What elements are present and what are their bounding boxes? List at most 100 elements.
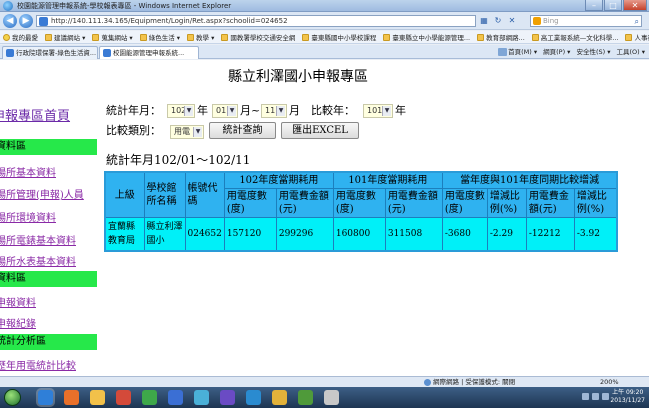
- ie-taskbar-icon[interactable]: [38, 390, 53, 405]
- header-fee-102: 用電費金額(元): [275, 188, 334, 218]
- chrome-taskbar-icon[interactable]: [168, 390, 183, 405]
- tray-icon[interactable]: [592, 393, 599, 400]
- page-viewport: 縣立利澤國小申報專區 申報專區首頁 資料區 場所基本資料 場所管理(申報)人員 …: [0, 60, 649, 376]
- page-menu[interactable]: 網頁(P) ▾: [543, 46, 570, 58]
- page-icon: [531, 33, 539, 41]
- app-taskbar-icon[interactable]: [298, 390, 313, 405]
- dropdown-arrow-icon: ▼: [227, 106, 236, 116]
- compare-year-unit: 年: [395, 104, 406, 117]
- url-text: http://140.111.34.165/Equipment/Login/Re…: [51, 17, 288, 25]
- sidebar-link-yearly-compare[interactable]: 歷年用電統計比較: [0, 357, 76, 372]
- tab-green-life[interactable]: 行政院環保署-綠色生活資...: [2, 46, 98, 59]
- minimize-button[interactable]: –: [585, 0, 603, 11]
- back-button[interactable]: ◀: [3, 14, 17, 28]
- favorite-item[interactable]: 教育部網路...: [477, 32, 525, 42]
- forward-button[interactable]: ▶: [19, 14, 33, 28]
- search-icon[interactable]: ⌕: [635, 16, 639, 27]
- start-button[interactable]: [4, 389, 21, 406]
- zoom-level[interactable]: 200%: [600, 377, 619, 387]
- page-icon: [625, 33, 633, 41]
- app-taskbar-icon[interactable]: [246, 390, 261, 405]
- media-taskbar-icon[interactable]: [116, 390, 131, 405]
- tools-menu[interactable]: 工具(O) ▾: [616, 46, 645, 58]
- explorer-taskbar-icon[interactable]: [90, 390, 105, 405]
- query-button[interactable]: 統計查詢: [209, 122, 276, 139]
- stat-month-label: 統計年月：: [106, 104, 161, 117]
- sidebar-link-site-environment[interactable]: 場所環境資料: [0, 209, 56, 224]
- sidebar-link-site-basic[interactable]: 場所基本資料: [0, 164, 56, 179]
- cell-fee-102: 299296: [275, 217, 334, 252]
- compare-year-label: 比較年：: [311, 104, 355, 117]
- cell-school: 縣立利澤國小: [143, 217, 186, 252]
- header-kwh-102: 用電度數(度): [223, 188, 277, 218]
- volume-icon[interactable]: [602, 393, 609, 400]
- compare-type-select[interactable]: 用電 ▼: [170, 125, 204, 139]
- sidebar-link-water-meter[interactable]: 場所水表基本資料: [0, 253, 76, 268]
- page-icon: [477, 33, 485, 41]
- tab-bar: 行政院環保署-綠色生活資... 校園能源管理申報系統... 首頁(M) ▾ 網頁…: [0, 45, 649, 59]
- sidebar-link-electric-meter[interactable]: 場所電錶基本資料: [0, 232, 76, 247]
- cell-fee-diff: -12212: [525, 217, 575, 252]
- app-taskbar-icon[interactable]: [220, 390, 235, 405]
- page-icon: [302, 33, 310, 41]
- app-taskbar-icon[interactable]: [142, 390, 157, 405]
- app-taskbar-icon[interactable]: [272, 390, 287, 405]
- safety-menu[interactable]: 安全性(S) ▾: [576, 46, 610, 58]
- favorite-item[interactable]: 綠色生活 ▾: [139, 32, 180, 42]
- window-title: 校園能源管理申報系統-學校報表專區 - Windows Internet Exp…: [17, 2, 232, 10]
- firefox-taskbar-icon[interactable]: [64, 390, 79, 405]
- section-title: 統計年月102/01～102/11: [106, 153, 251, 167]
- favorite-item[interactable]: 臺東縣立中小學能源管理...: [383, 32, 470, 42]
- favorite-item[interactable]: 國教署學校交通安全網: [221, 32, 295, 42]
- tab-energy-system[interactable]: 校園能源管理申報系統...: [99, 46, 199, 59]
- close-button[interactable]: ✕: [623, 0, 647, 11]
- tray-icon[interactable]: [582, 393, 589, 400]
- sidebar: 申報專區首頁 資料區 場所基本資料 場所管理(申報)人員 場所環境資料 場所電錶…: [0, 60, 97, 376]
- sidebar-header-data: 資料區: [0, 139, 97, 155]
- maximize-button[interactable]: □: [604, 0, 622, 11]
- sidebar-link-report-data[interactable]: 申報資料: [0, 294, 36, 309]
- url-input[interactable]: http://140.111.34.165/Equipment/Login/Re…: [36, 15, 476, 27]
- table-row: 宜蘭縣教育局 縣立利澤國小 024652 157120 299296 16080…: [104, 217, 618, 252]
- sidebar-link-site-managers[interactable]: 場所管理(申報)人員: [0, 186, 84, 201]
- to-month-select[interactable]: 11 ▼: [261, 104, 287, 118]
- compare-type-label: 比較類別：: [106, 124, 161, 137]
- ie-logo-icon: [3, 1, 13, 11]
- sidebar-home-link[interactable]: 申報專區首頁: [0, 105, 70, 124]
- compat-view-icon[interactable]: ▦: [478, 15, 490, 27]
- app-taskbar-icon[interactable]: [324, 390, 339, 405]
- address-actions: ▦ ↻ ✕: [478, 15, 518, 27]
- app-taskbar-icon[interactable]: [194, 390, 209, 405]
- favorite-item[interactable]: 臺東縣國中小學校課程: [302, 32, 376, 42]
- stop-icon[interactable]: ✕: [506, 15, 518, 27]
- page-icon: [221, 33, 229, 41]
- year-select[interactable]: 102 ▼: [167, 104, 195, 118]
- header-group-101: 101年度當期耗用: [332, 171, 443, 189]
- favorite-item[interactable]: 高工業報系統—文化科學...: [531, 32, 618, 42]
- refresh-icon[interactable]: ↻: [492, 15, 504, 27]
- page-favicon-icon: [39, 17, 48, 26]
- header-code: 帳號代碼: [184, 171, 225, 218]
- favorite-item[interactable]: 人事行政總處公務人員個...: [625, 32, 649, 42]
- home-icon: [498, 48, 508, 56]
- favorite-item[interactable]: 建議網站 ▾: [45, 32, 85, 42]
- clock[interactable]: 上午 09:20 2013/11/27: [610, 389, 645, 405]
- compare-year-select[interactable]: 101 ▼: [363, 104, 393, 118]
- sidebar-link-report-records[interactable]: 申報紀錄: [0, 315, 36, 330]
- from-month-select[interactable]: 01 ▼: [212, 104, 238, 118]
- export-excel-button[interactable]: 匯出EXCEL: [281, 122, 359, 139]
- header-pct-fee: 增減比例(%): [573, 188, 618, 218]
- folder-icon: [45, 33, 52, 41]
- favorite-item[interactable]: 蒐集網站 ▾: [92, 32, 133, 42]
- favorites-button[interactable]: 我的最愛: [3, 32, 38, 42]
- to-month-value: 11: [265, 106, 276, 115]
- dropdown-arrow-icon: ▼: [184, 106, 193, 116]
- favorite-item[interactable]: 教學 ▾: [187, 32, 214, 42]
- search-input[interactable]: Bing ⌕: [530, 15, 642, 27]
- taskbar: 上午 09:20 2013/11/27: [0, 387, 649, 408]
- sidebar-header-report: 資料區: [0, 271, 97, 287]
- address-bar: ◀ ▶ http://140.111.34.165/Equipment/Logi…: [0, 12, 649, 30]
- command-bar: 首頁(M) ▾ 網頁(P) ▾ 安全性(S) ▾ 工具(O) ▾: [498, 46, 645, 58]
- home-menu[interactable]: 首頁(M) ▾: [498, 46, 537, 58]
- security-zone[interactable]: 網際網路 | 受保護模式: 關閉: [424, 377, 515, 387]
